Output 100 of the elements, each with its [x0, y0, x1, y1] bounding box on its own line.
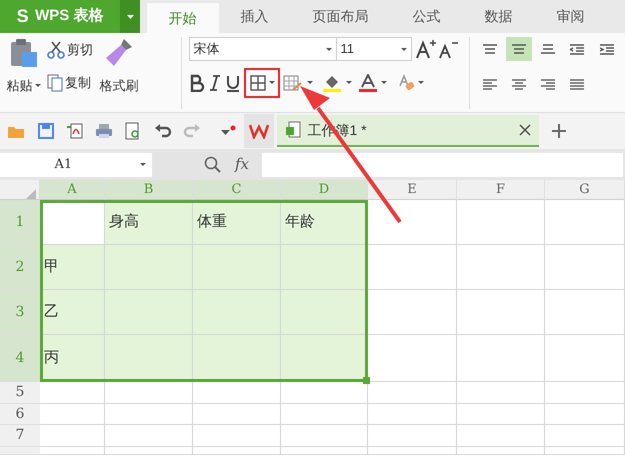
table-cell[interactable]	[105, 404, 193, 425]
ribbon-tab[interactable]: 插入	[218, 0, 290, 33]
wps-home-button[interactable]	[244, 114, 274, 148]
table-cell[interactable]	[368, 200, 457, 245]
table-cell[interactable]	[193, 335, 281, 382]
table-cell[interactable]	[545, 404, 625, 425]
font-name-dropdown[interactable]: 宋体	[188, 37, 336, 61]
table-cell[interactable]	[368, 382, 457, 404]
table-cell[interactable]	[105, 382, 193, 404]
border-style-button[interactable]	[283, 74, 312, 90]
row-header[interactable]: 7	[0, 425, 40, 447]
table-cell[interactable]	[281, 290, 368, 335]
w-logo-icon	[248, 123, 269, 139]
row-header[interactable]: 6	[0, 404, 40, 425]
table-cell[interactable]: 乙	[40, 290, 105, 335]
table-cell[interactable]	[457, 290, 545, 335]
table-cell[interactable]	[193, 447, 281, 455]
underline-icon[interactable]	[225, 74, 241, 92]
close-icon[interactable]	[519, 124, 531, 136]
table-cell[interactable]	[545, 335, 625, 382]
align-middle-button[interactable]	[506, 37, 532, 61]
table-cell[interactable]: 体重	[193, 200, 281, 245]
scissors-icon	[47, 41, 65, 59]
table-cell[interactable]	[545, 447, 625, 455]
ribbon-tab[interactable]: 页面布局	[290, 0, 390, 33]
table-cell[interactable]	[193, 404, 281, 425]
table-cell[interactable]	[40, 404, 105, 425]
table-cell[interactable]	[457, 335, 545, 382]
bold-icon[interactable]	[188, 74, 204, 92]
font-size-dropdown[interactable]: 11	[336, 37, 412, 61]
cut-button[interactable]: 剪切	[47, 40, 93, 60]
table-cell[interactable]	[457, 425, 545, 447]
table-cell[interactable]	[368, 245, 457, 290]
name-box[interactable]: A1	[0, 152, 152, 176]
table-cell[interactable]: 甲	[40, 245, 105, 290]
table-cell[interactable]	[457, 404, 545, 425]
clear-format-button[interactable]	[397, 74, 424, 92]
table-cell[interactable]	[457, 447, 545, 455]
table-cell[interactable]	[545, 425, 625, 447]
table-cell[interactable]	[193, 290, 281, 335]
table-cell[interactable]	[105, 425, 193, 447]
eraser-icon	[397, 74, 415, 92]
table-cell[interactable]	[545, 290, 625, 335]
column-header[interactable]: G	[545, 180, 625, 200]
table-cell[interactable]	[545, 245, 625, 290]
copy-button[interactable]: 复制	[47, 72, 93, 92]
table-cell[interactable]	[457, 245, 545, 290]
column-header[interactable]: F	[457, 180, 545, 200]
format-painter-button[interactable]: 格式刷	[100, 76, 138, 95]
row-header[interactable]	[0, 447, 40, 455]
borders-button[interactable]	[244, 68, 280, 98]
formula-input[interactable]	[262, 152, 623, 176]
table-cell[interactable]	[40, 447, 105, 455]
caret-icon	[400, 48, 406, 50]
table-cell[interactable]	[368, 447, 457, 455]
font-color-button[interactable]	[358, 74, 388, 92]
table-cell[interactable]	[545, 200, 625, 245]
ribbon-tab[interactable]: 公式	[390, 0, 462, 33]
table-cell[interactable]	[368, 290, 457, 335]
paste-button[interactable]: 粘贴	[6, 76, 40, 95]
table-cell[interactable]	[105, 290, 193, 335]
table-cell[interactable]	[281, 245, 368, 290]
function-button[interactable]: fx	[235, 153, 250, 176]
ribbon-tab[interactable]: 审阅	[534, 0, 606, 33]
table-cell[interactable]	[368, 425, 457, 447]
italic-icon[interactable]	[208, 74, 222, 92]
row-header[interactable]: 5	[0, 382, 40, 404]
table-cell[interactable]	[545, 382, 625, 404]
justify-icon	[570, 78, 584, 90]
increase-font-size-icon[interactable]	[414, 39, 437, 60]
table-cell[interactable]	[457, 200, 545, 245]
table-cell[interactable]	[281, 425, 368, 447]
select-all-button[interactable]	[0, 180, 40, 200]
table-cell[interactable]	[40, 382, 105, 404]
save-icon	[36, 122, 54, 140]
table-cell[interactable]	[105, 335, 193, 382]
table-cell[interactable]	[193, 382, 281, 404]
table-cell[interactable]: 身高	[105, 200, 193, 245]
ribbon-tab[interactable]: 数据	[462, 0, 534, 33]
table-cell[interactable]	[193, 245, 281, 290]
table-cell[interactable]: 年龄	[281, 200, 368, 245]
fill-color-button[interactable]	[322, 74, 352, 92]
app-menu-dropdown[interactable]	[120, 0, 140, 33]
font-color-icon	[358, 74, 378, 92]
ribbon-tab[interactable]: 开始	[146, 3, 218, 33]
table-cell[interactable]	[368, 404, 457, 425]
table-cell[interactable]	[105, 245, 193, 290]
table-cell[interactable]	[281, 404, 368, 425]
column-header[interactable]: E	[368, 180, 457, 200]
table-cell[interactable]	[193, 425, 281, 447]
table-cell[interactable]	[105, 447, 193, 455]
spreadsheet-file-icon	[285, 121, 301, 139]
table-cell[interactable]	[40, 425, 105, 447]
align-left-icon	[482, 78, 496, 90]
caret-icon	[326, 48, 332, 50]
table-cell[interactable]	[281, 447, 368, 455]
table-cell[interactable]	[457, 382, 545, 404]
zoom-icon[interactable]	[204, 156, 222, 174]
table-cell[interactable]	[281, 335, 368, 382]
fill-handle[interactable]	[363, 377, 370, 384]
